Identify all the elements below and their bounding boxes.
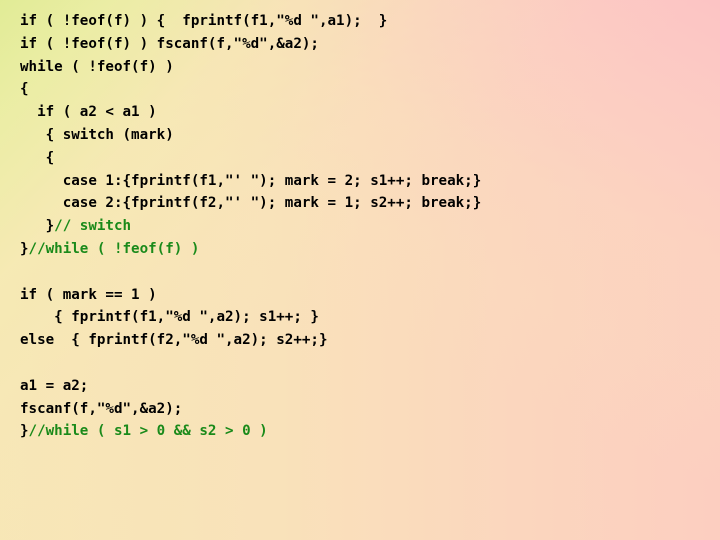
code-line: if ( mark == 1 ) [20,284,710,307]
code-text: fscanf(f,"%d",&a2); [20,400,183,417]
code-text: case 2:{fprintf(f2,"' "); mark = 1; s2++… [20,195,482,212]
code-line: fscanf(f,"%d",&a2); [20,398,710,421]
code-listing: if ( !feof(f) ) { fprintf(f1,"%d ",a1); … [20,10,710,443]
code-text: else { fprintf(f2,"%d ",a2); s2++;} [20,332,328,349]
code-text: } [20,423,29,440]
code-line: { switch (mark) [20,124,710,147]
code-text: } [20,240,29,257]
code-text: a1 = a2; [20,377,89,394]
code-text: if ( !feof(f) ) fscanf(f,"%d",&a2); [20,35,319,52]
code-text: if ( a2 < a1 ) [20,104,157,121]
code-line: if ( !feof(f) ) fscanf(f,"%d",&a2); [20,33,710,56]
code-text: case 1:{fprintf(f1,"' "); mark = 2; s1++… [20,172,482,189]
code-line: a1 = a2; [20,375,710,398]
code-text: if ( !feof(f) ) { fprintf(f1,"%d ",a1); … [20,13,388,29]
code-text: { [20,149,55,166]
code-line: { fprintf(f1,"%d ",a2); s1++; } [20,306,710,329]
code-text: while ( !feof(f) ) [20,58,174,75]
code-line: { [20,78,710,101]
slide-canvas: if ( !feof(f) ) { fprintf(f1,"%d ",a1); … [0,0,720,540]
code-text: { [20,81,29,98]
code-line: if ( a2 < a1 ) [20,101,710,124]
code-line: if ( !feof(f) ) { fprintf(f1,"%d ",a1); … [20,10,710,33]
code-text: { fprintf(f1,"%d ",a2); s1++; } [20,309,319,326]
code-text: } [20,218,55,235]
code-line: while ( !feof(f) ) [20,56,710,79]
code-comment: //while ( !feof(f) ) [28,240,200,257]
code-line: else { fprintf(f2,"%d ",a2); s2++;} [20,329,710,352]
code-line: }//while ( s1 > 0 && s2 > 0 ) [20,420,710,443]
code-comment: // switch [54,218,132,235]
code-line: }//while ( !feof(f) ) [20,238,710,261]
code-text: if ( mark == 1 ) [20,286,157,303]
code-line: case 1:{fprintf(f1,"' "); mark = 2; s1++… [20,170,710,193]
code-comment: //while ( s1 > 0 && s2 > 0 ) [28,423,268,440]
code-line: }// switch [20,215,710,238]
code-line: case 2:{fprintf(f2,"' "); mark = 1; s2++… [20,192,710,215]
code-line: { [20,147,710,170]
code-text: { switch (mark) [20,126,174,143]
